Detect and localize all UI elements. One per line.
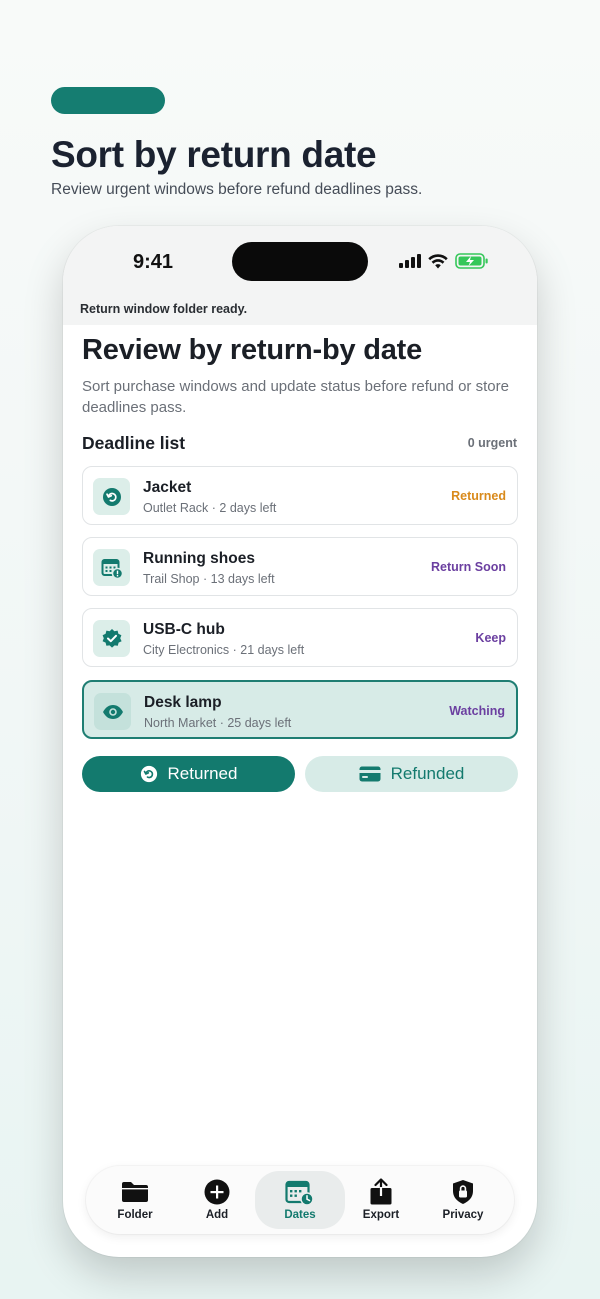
item-meta: North Market · 25 days left — [144, 716, 292, 730]
status-badge: Keep — [475, 631, 506, 645]
item-name: Jacket — [143, 479, 192, 496]
status-banner: Return window folder ready. — [80, 302, 248, 316]
tab-label: Dates — [284, 1209, 316, 1221]
page-description: Sort purchase windows and update status … — [82, 378, 509, 416]
item-name: Running shoes — [143, 550, 255, 567]
lock-shield-icon — [448, 1179, 478, 1205]
item-meta: Outlet Rack · 2 days left — [143, 501, 277, 515]
tab-folder[interactable]: Folder — [95, 1166, 175, 1234]
calendar-icon — [285, 1179, 315, 1206]
tab-label: Folder — [117, 1209, 153, 1221]
status-badge: Returned — [451, 489, 506, 503]
section-heading: Deadline list — [82, 433, 186, 453]
item-name: Desk lamp — [144, 694, 222, 711]
list-item-jacket[interactable]: Jacket Outlet Rack · 2 days left Returne… — [82, 466, 518, 525]
phone-frame: 9:41 Return window folder ready. Review … — [63, 226, 537, 1257]
tab-bar: Folder Add Dates Export Privacy — [86, 1166, 514, 1234]
tab-add[interactable]: Add — [177, 1166, 257, 1234]
list-item-running-shoes[interactable]: Running shoes Trail Shop · 13 days left … — [82, 537, 518, 596]
battery-charging-icon — [455, 253, 488, 269]
list-item-usb-c-hub[interactable]: USB-C hub City Electronics · 21 days lef… — [82, 608, 518, 667]
status-badge: Watching — [449, 704, 505, 718]
returned-button-label: Returned — [167, 764, 238, 783]
tab-privacy[interactable]: Privacy — [423, 1166, 503, 1234]
returned-icon — [140, 765, 157, 783]
returned-button[interactable]: Returned — [82, 756, 295, 792]
tab-dates[interactable]: Dates — [255, 1171, 345, 1229]
cellular-signal-icon — [399, 254, 421, 268]
verified-badge-icon — [93, 620, 130, 657]
item-meta: Trail Shop · 13 days left — [143, 572, 275, 586]
urgent-count: 0 urgent — [467, 436, 517, 450]
refunded-button-label: Refunded — [390, 764, 465, 783]
eye-icon — [94, 693, 131, 730]
promo-pill — [51, 87, 165, 114]
wifi-icon — [428, 253, 448, 268]
promo-subtitle: Review urgent windows before refund dead… — [51, 181, 423, 198]
refunded-button[interactable]: Refunded — [305, 756, 518, 792]
tab-label: Add — [205, 1209, 229, 1221]
status-badge: Return Soon — [431, 560, 506, 574]
add-icon — [202, 1179, 232, 1205]
list-item-desk-lamp[interactable]: Desk lamp North Market · 25 days left Wa… — [82, 680, 518, 739]
returned-icon — [93, 478, 130, 515]
dynamic-island — [232, 242, 368, 281]
status-time: 9:41 — [133, 251, 174, 273]
tab-label: Privacy — [442, 1209, 484, 1221]
promo-title: Sort by return date — [51, 134, 377, 175]
calendar-alert-icon — [93, 549, 130, 586]
page-title: Review by return-by date — [82, 334, 423, 366]
item-meta: City Electronics · 21 days left — [143, 643, 305, 657]
tab-label: Export — [362, 1209, 400, 1221]
credit-card-icon — [359, 766, 381, 782]
tab-export[interactable]: Export — [341, 1166, 421, 1234]
folder-icon — [120, 1179, 150, 1205]
item-name: USB-C hub — [143, 621, 225, 638]
status-icons — [399, 253, 489, 269]
share-icon — [366, 1178, 396, 1205]
